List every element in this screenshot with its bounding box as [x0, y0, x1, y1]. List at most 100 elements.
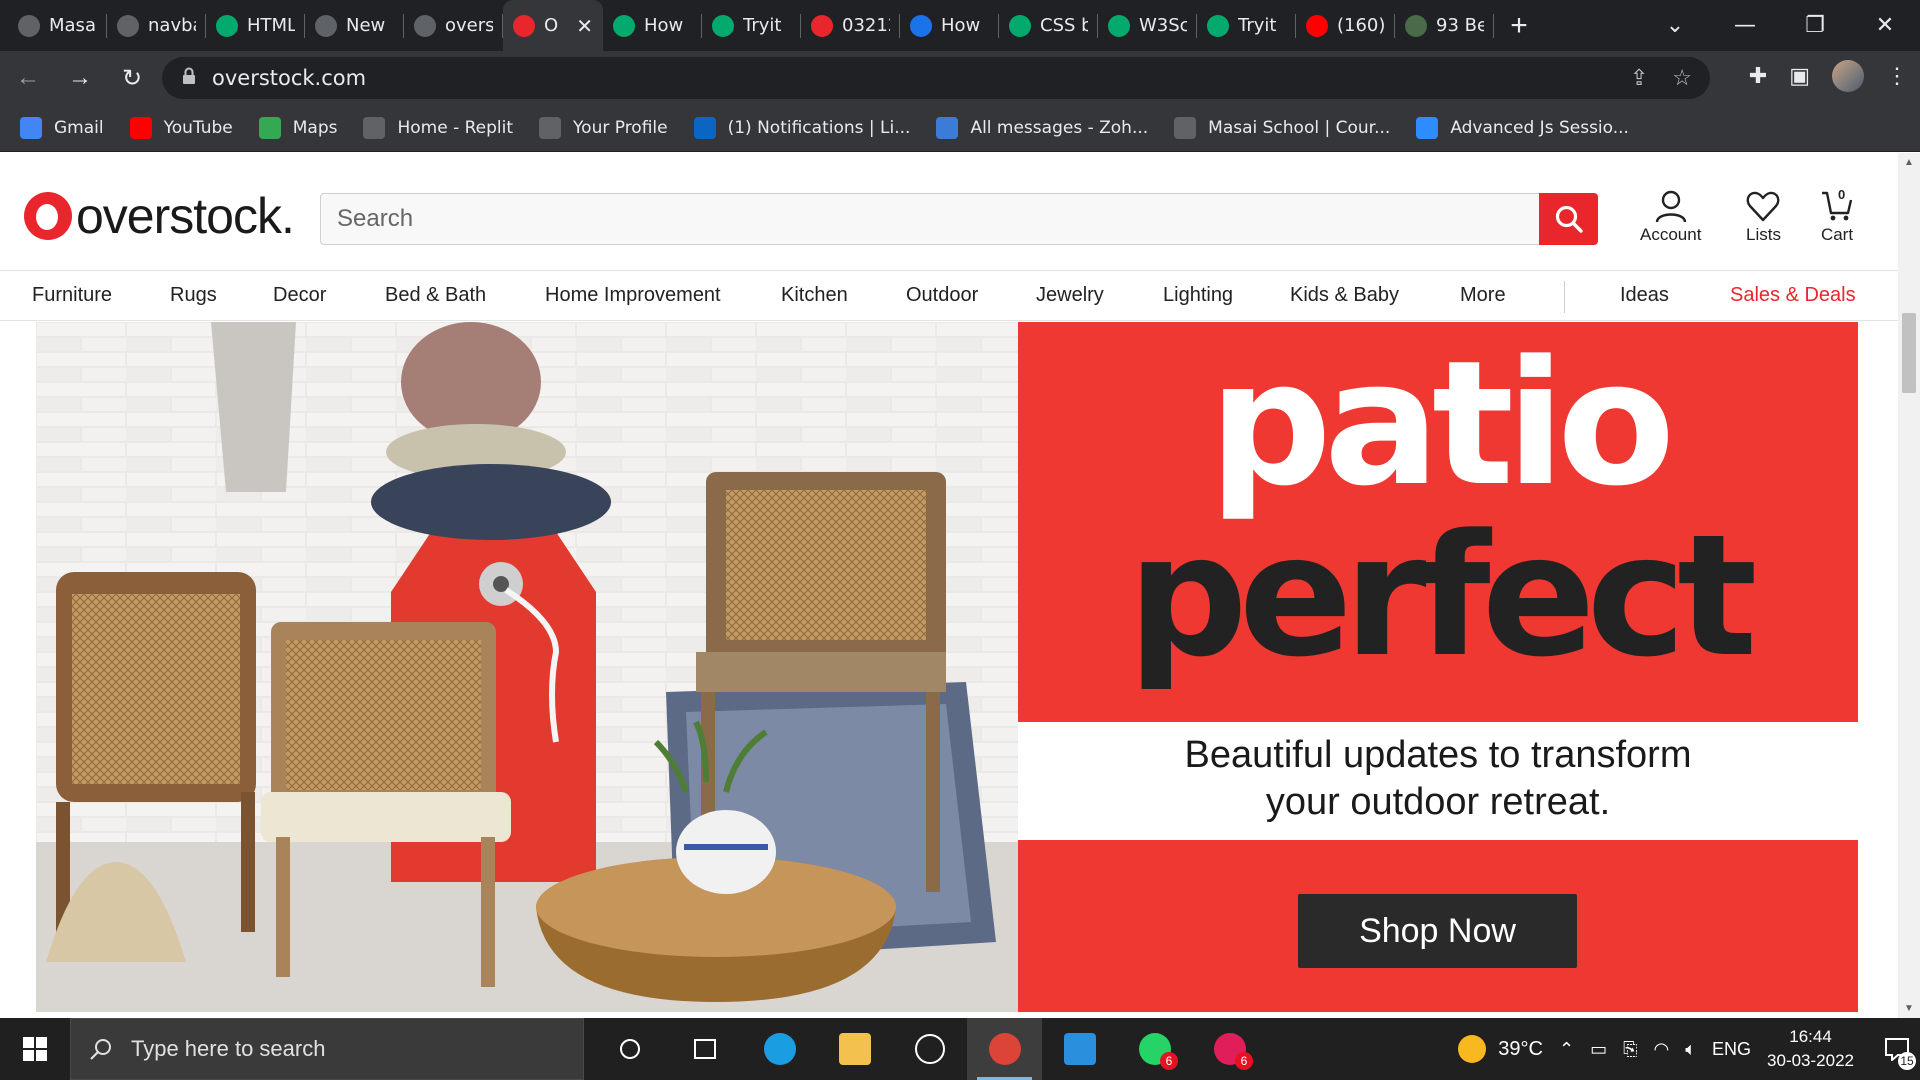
nav-ideas[interactable]: Ideas	[1620, 284, 1669, 307]
scrollbar-thumb[interactable]	[1902, 313, 1916, 393]
browser-tab[interactable]: overstock	[404, 0, 503, 51]
extensions-puzzle-icon[interactable]: ✚	[1749, 63, 1767, 89]
taskbar-app[interactable]	[967, 1018, 1042, 1080]
nav-sales-deals[interactable]: Sales & Deals	[1730, 284, 1856, 307]
windows-logo-icon	[23, 1037, 47, 1061]
taskbar-app[interactable]	[1042, 1018, 1117, 1080]
hero-subtitle-line-1: Beautiful updates to transform	[1184, 734, 1692, 776]
reload-button[interactable]: ↻	[108, 54, 156, 102]
browser-tab[interactable]: Masai	[8, 0, 107, 51]
account-link[interactable]: Account	[1640, 189, 1701, 245]
bookmark-item[interactable]: Gmail	[20, 117, 104, 139]
weather-widget[interactable]: 39°C	[1458, 1035, 1543, 1063]
taskbar-app[interactable]	[667, 1018, 742, 1080]
app-badge: 6	[1160, 1052, 1178, 1070]
browser-tab[interactable]: (160)	[1296, 0, 1395, 51]
browser-tab[interactable]: How	[900, 0, 999, 51]
nav-bed-bath[interactable]: Bed & Bath	[385, 284, 486, 307]
share-icon[interactable]: ⇪	[1630, 65, 1648, 91]
nav-decor[interactable]: Decor	[273, 284, 326, 307]
forward-button[interactable]: →	[56, 54, 104, 102]
tab-title: overstock	[445, 15, 493, 36]
bookmark-item[interactable]: All messages - Zoh...	[936, 117, 1148, 139]
taskbar-app[interactable]: 6	[1192, 1018, 1267, 1080]
browser-tab[interactable]: CSS b	[999, 0, 1098, 51]
minimize-button[interactable]: —	[1710, 13, 1780, 38]
browser-tab[interactable]: W3Sc	[1098, 0, 1197, 51]
taskbar-app[interactable]: 6	[1117, 1018, 1192, 1080]
taskbar-app[interactable]	[892, 1018, 967, 1080]
taskbar-app[interactable]	[592, 1018, 667, 1080]
scroll-down-icon[interactable]: ▼	[1904, 1003, 1914, 1014]
meet-now-icon[interactable]: ⎘	[1623, 1039, 1637, 1060]
bookmark-item[interactable]: Home - Replit	[363, 117, 513, 139]
nav-kids-baby[interactable]: Kids & Baby	[1290, 284, 1399, 307]
new-tab-button[interactable]: +	[1494, 0, 1544, 51]
clock[interactable]: 16:44 30-03-2022	[1767, 1025, 1854, 1073]
close-window-button[interactable]: ✕	[1850, 13, 1920, 38]
volume-icon[interactable]: 🔈︎	[1685, 1039, 1696, 1060]
back-button[interactable]: ←	[4, 54, 52, 102]
taskbar-search-input[interactable]	[131, 1036, 551, 1062]
globe-icon	[414, 14, 436, 37]
wifi-icon[interactable]: ◠	[1653, 1039, 1669, 1060]
bookmark-item[interactable]: Masai School | Cour...	[1174, 117, 1390, 139]
browser-tab[interactable]: O ✕	[503, 0, 603, 51]
taskbar-app[interactable]	[817, 1018, 892, 1080]
nav-furniture[interactable]: Furniture	[32, 284, 112, 307]
browser-tab[interactable]: Tryit	[702, 0, 801, 51]
notifications-button[interactable]: 15	[1874, 1018, 1920, 1080]
battery-icon[interactable]: ▭	[1590, 1039, 1607, 1060]
search-button[interactable]	[1539, 193, 1598, 245]
tab-title: How	[941, 15, 981, 36]
bookmark-item[interactable]: Advanced Js Sessio...	[1416, 117, 1629, 139]
start-button[interactable]	[0, 1018, 70, 1080]
browser-tab[interactable]: navbar	[107, 0, 206, 51]
scroll-up-icon[interactable]: ▲	[1904, 157, 1914, 168]
cart-label: Cart	[1820, 225, 1854, 244]
nav-rugs[interactable]: Rugs	[170, 284, 217, 307]
tray-overflow-icon[interactable]: ⌃	[1559, 1039, 1574, 1060]
restore-button[interactable]: ❐	[1780, 13, 1850, 38]
hero-banner[interactable]: patio perfect Beautiful updates to trans…	[36, 322, 1858, 1012]
nav-jewelry[interactable]: Jewelry	[1036, 284, 1104, 307]
browser-tab[interactable]: Tryit	[1197, 0, 1296, 51]
nav-home-improvement[interactable]: Home Improvement	[545, 284, 721, 307]
language-indicator[interactable]: ENG	[1712, 1039, 1751, 1060]
url-text[interactable]: overstock.com	[212, 66, 366, 90]
bookmark-item[interactable]: YouTube	[129, 117, 233, 139]
page-scrollbar[interactable]: ▲ ▼	[1898, 153, 1920, 1018]
browser-tab[interactable]: 03212	[801, 0, 900, 51]
profile-avatar[interactable]	[1832, 60, 1864, 92]
bookmark-star-icon[interactable]: ☆	[1672, 65, 1692, 91]
browser-tab[interactable]: HTML	[206, 0, 305, 51]
bookmark-item[interactable]: Maps	[258, 117, 337, 139]
chrome-menu-icon[interactable]: ⋮	[1886, 63, 1908, 89]
bookmark-label: Home - Replit	[397, 118, 514, 138]
cart-count: 0	[1838, 187, 1846, 202]
lists-link[interactable]: Lists	[1746, 189, 1781, 245]
overstock-logo[interactable]: overstock.	[24, 187, 295, 245]
nav-outdoor[interactable]: Outdoor	[906, 284, 978, 307]
browser-tab[interactable]: 93 Be	[1395, 0, 1494, 51]
side-panel-icon[interactable]: ▣	[1789, 63, 1810, 89]
hero-headline-perfect: perfect	[1127, 498, 1758, 694]
bookmark-item[interactable]: (1) Notifications | Li...	[693, 117, 910, 139]
bookmark-item[interactable]: Your Profile	[539, 117, 668, 139]
taskbar-app[interactable]	[742, 1018, 817, 1080]
browser-tab[interactable]: New	[305, 0, 404, 51]
nav-lighting[interactable]: Lighting	[1163, 284, 1233, 307]
extensions-area: ✚ ▣ ⋮	[1749, 60, 1908, 92]
shop-now-button[interactable]: Shop Now	[1298, 894, 1577, 968]
address-bar[interactable]: overstock.com ⇪ ☆	[162, 57, 1710, 99]
tab-search-icon[interactable]: ⌄	[1640, 13, 1710, 38]
browser-tab[interactable]: How	[603, 0, 702, 51]
bookmark-label: YouTube	[163, 118, 233, 138]
search-input[interactable]	[321, 194, 1541, 244]
taskbar-search[interactable]	[70, 1018, 584, 1080]
close-tab-icon[interactable]: ✕	[576, 14, 593, 38]
cart-link[interactable]: 0 Cart	[1820, 187, 1854, 245]
nav-more[interactable]: More	[1460, 284, 1506, 307]
nav-kitchen[interactable]: Kitchen	[781, 284, 848, 307]
lock-icon[interactable]	[182, 67, 200, 90]
